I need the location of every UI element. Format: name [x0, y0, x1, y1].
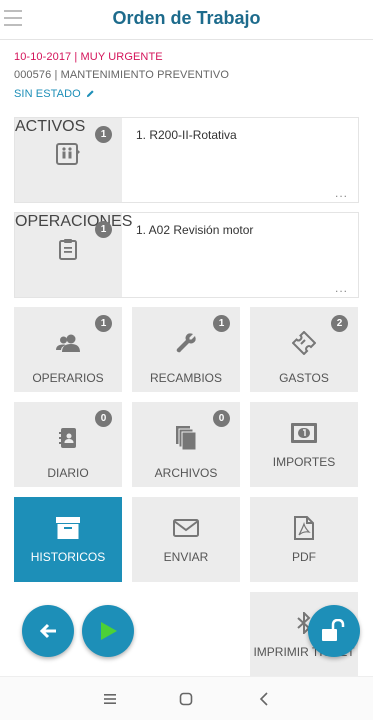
operarios-count-badge: 1 [95, 315, 112, 332]
tile-recambios[interactable]: RECAMBIOS 1 [132, 307, 240, 392]
tile-enviar[interactable]: ENVIAR [132, 497, 240, 582]
pencil-icon [86, 90, 94, 98]
pdf-file-icon [294, 516, 314, 540]
play-fab-button[interactable] [82, 605, 134, 657]
unlock-icon [322, 619, 345, 641]
activos-more[interactable]: ... [335, 186, 348, 200]
envelope-icon [173, 519, 199, 537]
gastos-label: GASTOS [279, 371, 329, 385]
diario-count-badge: 0 [95, 410, 112, 427]
tile-diario[interactable]: DIARIO 0 [14, 402, 122, 487]
arrow-left-icon [39, 623, 56, 639]
activos-item: 1. R200-II-Rotativa [136, 128, 237, 142]
operaciones-item: 1. A02 Revisión motor [136, 223, 254, 237]
contacts-book-icon [59, 428, 76, 448]
operaciones-tile[interactable]: OPERACIONES 1 [15, 213, 132, 297]
tile-historicos[interactable]: HISTORICOS [14, 497, 122, 582]
diario-label: DIARIO [47, 466, 89, 480]
page-title: Orden de Trabajo [112, 8, 261, 28]
enviar-label: ENVIAR [163, 550, 209, 564]
activos-row[interactable]: ACTIVOS 1 1. R200-II-Rotativa ... [14, 117, 359, 203]
files-icon [176, 426, 196, 450]
tile-archivos[interactable]: ARCHIVOS 0 [132, 402, 240, 487]
importes-label: IMPORTES [272, 455, 336, 469]
activos-tile[interactable]: ACTIVOS 1 [15, 118, 122, 202]
system-nav-bar [0, 676, 373, 720]
app-header: Orden de Trabajo [0, 0, 373, 40]
back-fab-button[interactable] [22, 605, 74, 657]
wrench-icon [176, 333, 196, 353]
recents-icon[interactable] [100, 689, 120, 709]
play-icon [101, 622, 117, 640]
operarios-label: OPERARIOS [32, 371, 104, 385]
recambios-label: RECAMBIOS [149, 371, 222, 385]
tile-importes[interactable]: IMPORTES [250, 402, 358, 487]
pdf-label: PDF [292, 550, 316, 564]
archive-box-icon [56, 517, 80, 539]
status-label: SIN ESTADO [14, 88, 81, 100]
tile-operarios[interactable]: OPERARIOS 1 [14, 307, 122, 392]
users-icon [56, 334, 80, 352]
unlock-fab-button[interactable] [308, 605, 360, 657]
operaciones-count-badge: 1 [95, 221, 112, 238]
date-priority: 10-10-2017 | MUY URGENTE [14, 51, 163, 63]
archivos-label: ARCHIVOS [154, 466, 218, 480]
elevator-icon [56, 143, 80, 165]
back-icon[interactable] [255, 689, 275, 709]
historicos-label: HISTORICOS [30, 550, 106, 564]
gastos-count-badge: 2 [331, 315, 348, 332]
activos-count-badge: 1 [95, 126, 112, 143]
operaciones-row[interactable]: OPERACIONES 1 1. A02 Revisión motor ... [14, 212, 359, 298]
recambios-count-badge: 1 [213, 315, 230, 332]
tile-gastos[interactable]: GASTOS 2 [250, 307, 358, 392]
home-icon[interactable] [176, 689, 196, 709]
tile-pdf[interactable]: PDF [250, 497, 358, 582]
ticket-icon [292, 331, 316, 355]
code-type: 000576 | MANTENIMIENTO PREVENTIVO [14, 69, 230, 81]
banknote-icon [291, 423, 317, 443]
archivos-count-badge: 0 [213, 410, 230, 427]
operaciones-more[interactable]: ... [335, 281, 348, 295]
clipboard-icon [59, 239, 77, 260]
status-link[interactable]: SIN ESTADO [14, 88, 95, 100]
